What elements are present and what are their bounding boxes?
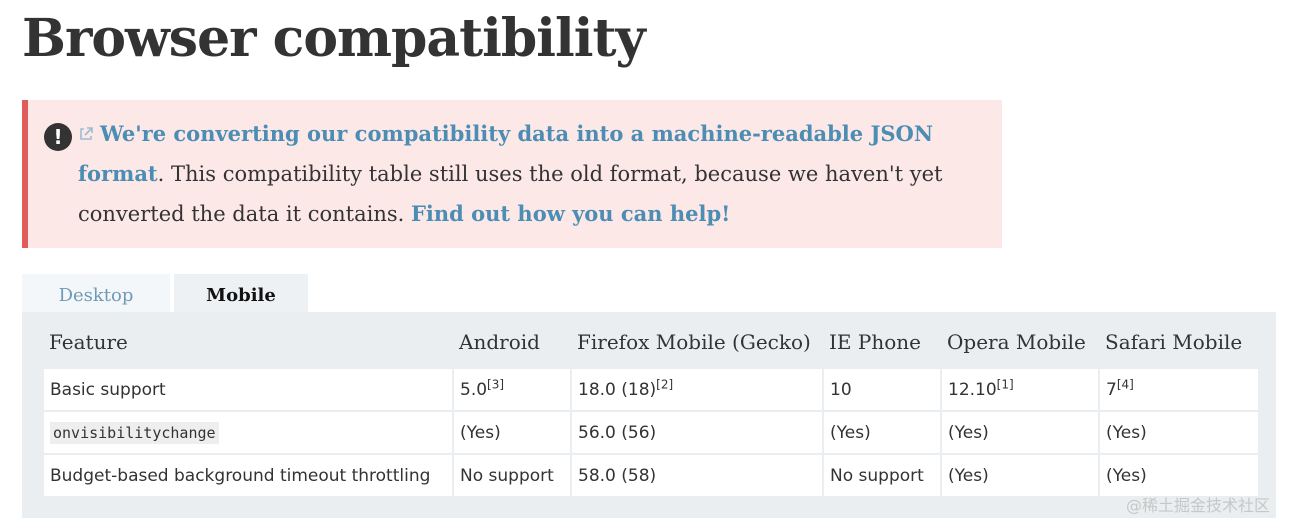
external-link-icon (80, 127, 93, 140)
version-value: 12.10 (948, 379, 997, 400)
android-cell: (Yes) (452, 410, 572, 455)
feature-cell: onvisibilitychange (42, 410, 454, 455)
firefox-cell: 56.0 (56) (570, 410, 824, 455)
safari-cell: 7[4] (1098, 367, 1260, 412)
find-out-help-link[interactable]: Find out how you can help! (411, 201, 730, 226)
watermark: @稀土掘金技术社区 (1126, 496, 1271, 515)
footnote-link[interactable]: [3] (487, 377, 504, 391)
footnote-link[interactable]: [2] (656, 377, 673, 391)
ie-cell: No support (822, 453, 942, 498)
header-opera-mobile: Opera Mobile (947, 330, 1086, 354)
tab-mobile[interactable]: Mobile (174, 274, 308, 312)
opera-cell: 12.10[1] (940, 367, 1100, 412)
ie-cell: 10 (822, 367, 942, 412)
opera-cell: (Yes) (940, 453, 1100, 498)
footnote-link[interactable]: [4] (1117, 377, 1134, 391)
compat-table-panel: Feature Android Firefox Mobile (Gecko) I… (22, 312, 1276, 518)
header-safari-mobile: Safari Mobile (1105, 330, 1243, 354)
safari-cell: (Yes) (1098, 410, 1260, 455)
safari-cell: (Yes) (1098, 453, 1260, 498)
notice-text: We're converting our compatibility data … (78, 114, 988, 234)
table-header-row: Feature Android Firefox Mobile (Gecko) I… (43, 326, 1259, 368)
ie-cell: (Yes) (822, 410, 942, 455)
opera-cell: (Yes) (940, 410, 1100, 455)
firefox-cell: 18.0 (18)[2] (570, 367, 824, 412)
compatibility-notice: ! We're converting our compatibility dat… (22, 100, 1002, 248)
feature-cell: Basic support (42, 367, 454, 412)
android-cell: 5.0[3] (452, 367, 572, 412)
table-row: onvisibilitychange (Yes) 56.0 (56) (Yes)… (42, 410, 1260, 455)
header-firefox-mobile: Firefox Mobile (Gecko) (577, 330, 811, 354)
version-value: 18.0 (18) (578, 379, 657, 400)
page-title: Browser compatibility (22, 8, 646, 69)
feature-code: onvisibilitychange (50, 421, 219, 444)
exclamation-circle-icon: ! (44, 123, 72, 151)
version-value: 5.0 (460, 379, 488, 400)
android-cell: No support (452, 453, 572, 498)
header-feature: Feature (49, 330, 128, 354)
header-android: Android (459, 330, 540, 354)
firefox-cell: 58.0 (58) (570, 453, 824, 498)
feature-cell: Budget-based background timeout throttli… (42, 453, 454, 498)
header-ie-phone: IE Phone (829, 330, 921, 354)
compat-table: Feature Android Firefox Mobile (Gecko) I… (42, 326, 1260, 498)
version-value: 7 (1106, 379, 1117, 400)
table-row: Basic support 5.0[3] 18.0 (18)[2] 10 12.… (42, 367, 1260, 412)
table-row: Budget-based background timeout throttli… (42, 453, 1260, 498)
tab-desktop[interactable]: Desktop (22, 274, 170, 312)
footnote-link[interactable]: [1] (997, 377, 1014, 391)
